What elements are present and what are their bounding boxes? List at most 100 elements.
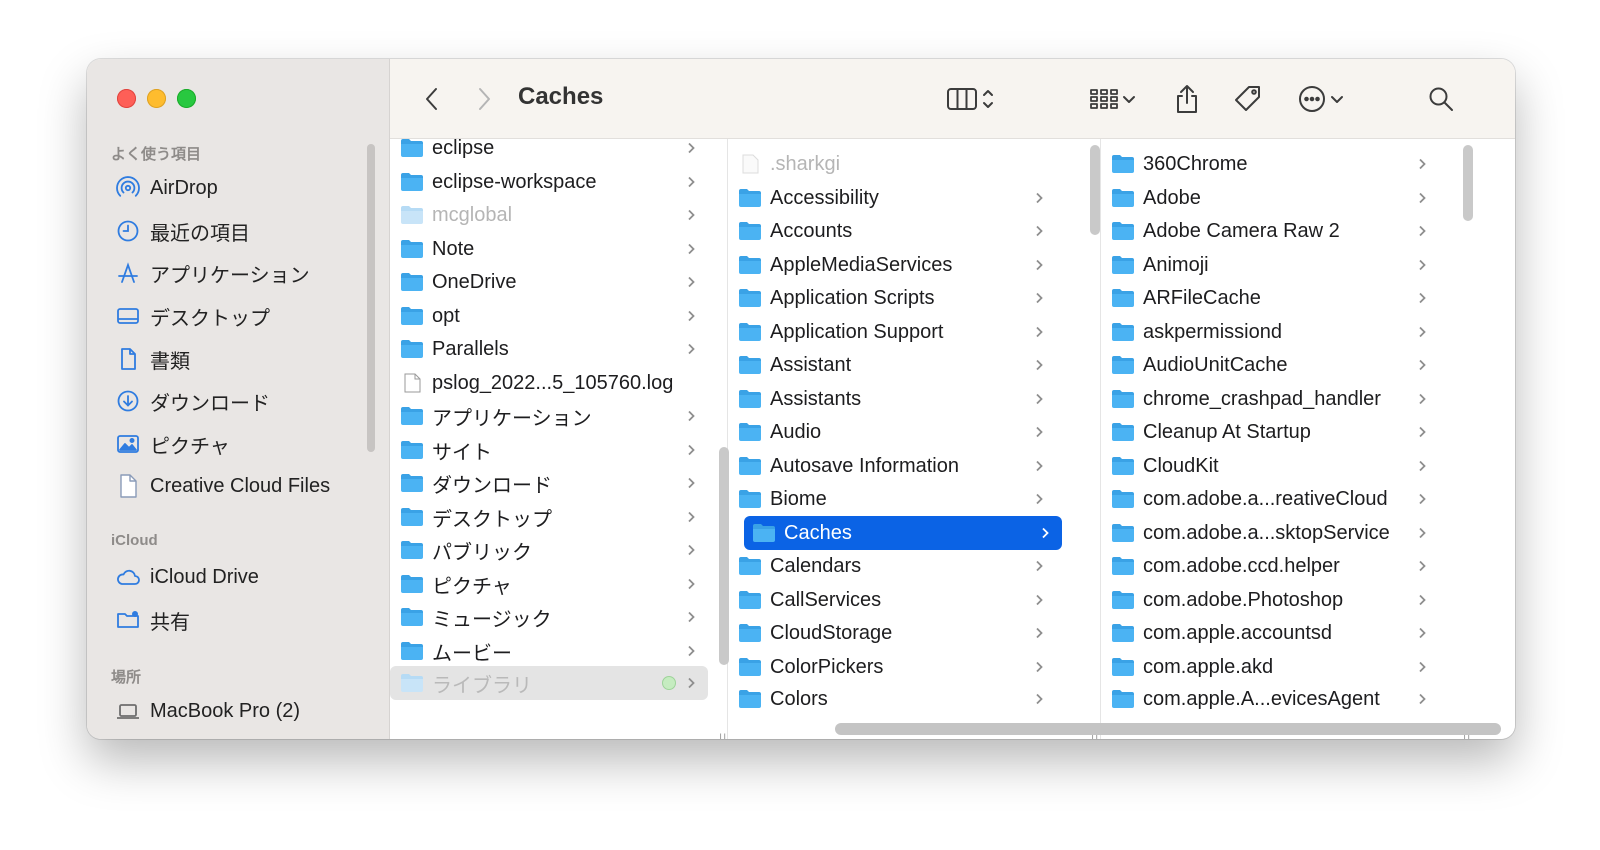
item-name: ARFileCache — [1143, 286, 1261, 309]
sidebar-item-recents[interactable]: 最近の項目 — [115, 213, 250, 249]
folder-row[interactable]: ColorPickers — [738, 650, 1056, 684]
folder-row[interactable]: Cleanup At Startup — [1111, 415, 1439, 449]
zoom-button[interactable] — [177, 89, 196, 108]
item-name: Note — [432, 237, 475, 260]
column-resize-handle[interactable]: || — [719, 731, 727, 739]
sidebar-item-documents[interactable]: 書類 — [115, 341, 190, 377]
folder-row[interactable]: mcglobal — [400, 198, 708, 232]
folder-row[interactable]: CloudKit — [1111, 449, 1439, 483]
chevron-right-icon — [1419, 527, 1426, 539]
folder-row[interactable]: Accounts — [738, 214, 1056, 248]
airdrop-icon — [116, 176, 140, 197]
folder-row[interactable]: OneDrive — [400, 265, 708, 299]
sidebar-item-icloud-drive[interactable]: iCloud Drive — [115, 559, 259, 595]
folder-row[interactable]: com.apple.A...evicesAgent — [1111, 682, 1439, 716]
folder-row[interactable]: Biome — [738, 482, 1056, 516]
folder-row[interactable]: Parallels — [400, 332, 708, 366]
folder-row[interactable]: AudioUnitCache — [1111, 348, 1439, 382]
sidebar-item-label: Creative Cloud Files — [150, 474, 331, 497]
folder-row[interactable]: com.adobe.a...reativeCloud — [1111, 482, 1439, 516]
action-button[interactable] — [1296, 81, 1346, 117]
folder-row[interactable]: ARFileCache — [1111, 281, 1439, 315]
folder-row[interactable]: chrome_crashpad_handler — [1111, 382, 1439, 416]
folder-row[interactable]: アプリケーション — [400, 399, 708, 433]
folder-row[interactable]: ピクチャ — [400, 567, 708, 601]
column-caches-scrollbar[interactable] — [1463, 145, 1473, 221]
folder-row[interactable]: com.adobe.ccd.helper — [1111, 549, 1439, 583]
item-name: ライブラリ — [432, 674, 532, 697]
group-button[interactable] — [1088, 81, 1138, 117]
folder-row[interactable]: パブリック — [400, 533, 708, 567]
close-button[interactable] — [117, 89, 136, 108]
folder-row[interactable]: com.apple.accountsd — [1111, 616, 1439, 650]
sidebar-item-shared[interactable]: 共有 — [115, 602, 190, 638]
folder-row[interactable]: Calendars — [738, 549, 1056, 583]
folder-row[interactable]: AppleMediaServices — [738, 248, 1056, 282]
item-name: Biome — [770, 487, 827, 510]
chevron-left-icon — [426, 88, 437, 110]
column-home-scrollbar[interactable] — [719, 447, 729, 665]
file-row[interactable]: pslog_2022...5_105760.log — [400, 366, 708, 400]
folder-row[interactable]: CallServices — [738, 583, 1056, 617]
folder-row[interactable]: Note — [400, 232, 708, 266]
sidebar-item-creative-cloud-files[interactable]: Creative Cloud Files — [115, 468, 330, 504]
item-name: ColorPickers — [770, 655, 884, 678]
folder-row[interactable]: Application Scripts — [738, 281, 1056, 315]
toolbar: Caches — [390, 59, 1515, 139]
folder-row[interactable]: サイト — [400, 433, 708, 467]
minimize-button[interactable] — [147, 89, 166, 108]
sidebar-item-applications[interactable]: アプリケーション — [115, 255, 310, 291]
back-button[interactable] — [420, 81, 444, 117]
folder-row[interactable]: ダウンロード — [400, 466, 708, 500]
folder-row[interactable]: Adobe Camera Raw 2 — [1111, 214, 1439, 248]
folder-icon — [401, 441, 423, 459]
sidebar-item-airdrop[interactable]: AirDrop — [115, 170, 218, 206]
folder-row[interactable]: Caches — [744, 516, 1062, 550]
chevron-right-icon — [1036, 326, 1043, 338]
horizontal-scrollbar[interactable] — [835, 723, 1501, 735]
folder-icon — [401, 407, 423, 425]
folder-row[interactable]: ライブラリ — [390, 666, 708, 700]
folder-row[interactable]: opt — [400, 299, 708, 333]
sidebar: よく使う項目 AirDrop 最近の項目 アプリケーション デスクトップ 書類 … — [87, 59, 390, 739]
item-name: AudioUnitCache — [1143, 353, 1288, 376]
tags-button[interactable] — [1232, 81, 1264, 117]
sidebar-item-downloads[interactable]: ダウンロード — [115, 383, 270, 419]
sidebar-item-desktop[interactable]: デスクトップ — [115, 298, 270, 334]
view-mode-button[interactable] — [945, 81, 997, 117]
folder-row[interactable]: Adobe — [1111, 181, 1439, 215]
folder-row[interactable]: ミュージック — [400, 600, 708, 634]
folder-row[interactable]: Application Support — [738, 315, 1056, 349]
file-row[interactable]: .sharkgi — [738, 147, 1056, 181]
forward-button[interactable] — [472, 81, 496, 117]
folder-row[interactable]: com.apple.akd — [1111, 650, 1439, 684]
folder-row[interactable]: com.adobe.a...sktopService — [1111, 516, 1439, 550]
item-name: ダウンロード — [432, 474, 552, 497]
chevron-right-icon — [1036, 359, 1043, 371]
folder-icon — [739, 323, 761, 341]
folder-row[interactable]: Accessibility — [738, 181, 1056, 215]
column-library-scrollbar[interactable] — [1090, 145, 1100, 235]
folder-row[interactable]: askpermissiond — [1111, 315, 1439, 349]
folder-row[interactable]: 360Chrome — [1111, 147, 1439, 181]
folder-row[interactable]: Assistants — [738, 382, 1056, 416]
chevron-right-icon — [479, 88, 490, 110]
search-button[interactable] — [1426, 81, 1456, 117]
folder-row[interactable]: Assistant — [738, 348, 1056, 382]
folder-row[interactable]: com.adobe.Photoshop — [1111, 583, 1439, 617]
folder-row[interactable]: Colors — [738, 682, 1056, 716]
folder-row[interactable]: Autosave Information — [738, 449, 1056, 483]
folder-row[interactable]: CloudStorage — [738, 616, 1056, 650]
folder-row[interactable]: eclipse-workspace — [400, 165, 708, 199]
sidebar-item-macbook-pro[interactable]: MacBook Pro (2) — [115, 693, 300, 729]
photo-icon — [117, 435, 139, 453]
green-tag-icon — [662, 676, 676, 690]
folder-row[interactable]: Audio — [738, 415, 1056, 449]
folder-row[interactable]: デスクトップ — [400, 500, 708, 534]
folder-row[interactable]: ムービー — [400, 634, 708, 668]
share-button[interactable] — [1172, 81, 1202, 117]
sidebar-scrollbar[interactable] — [367, 144, 375, 452]
folder-row[interactable]: eclipse — [400, 139, 708, 165]
folder-row[interactable]: Animoji — [1111, 248, 1439, 282]
sidebar-item-pictures[interactable]: ピクチャ — [115, 426, 230, 462]
